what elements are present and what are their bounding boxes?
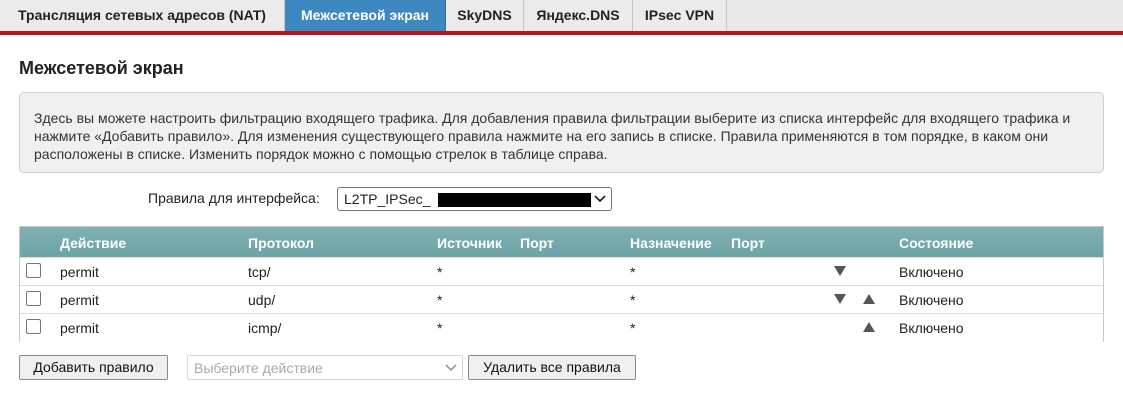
tab-ipsec-vpn[interactable]: IPsec VPN [633,0,727,31]
cell-destination: * [630,292,636,308]
tab-bar: Трансляция сетевых адресов (NAT) Межсете… [0,0,1123,32]
cell-state: Включено [899,320,964,336]
header-destination: Назначение [630,235,712,251]
action-select-placeholder: Выберите действие [194,360,323,376]
accent-divider [0,31,1123,35]
chevron-down-icon [445,364,457,372]
header-source-port: Порт [520,235,554,251]
action-select[interactable]: Выберите действие [187,355,463,380]
delete-all-rules-button[interactable]: Удалить все правила [468,355,636,380]
cell-source: * [437,320,443,336]
tab-firewall[interactable]: Межсетевой экран [285,0,446,31]
move-up-icon[interactable] [863,322,875,332]
interface-select-value: L2TP_IPSec_ [344,191,431,207]
cell-destination: * [630,264,636,280]
cell-protocol: tcp/ [248,264,271,280]
cell-action: permit [60,320,99,336]
info-text: Здесь вы можете настроить фильтрацию вхо… [34,110,1071,162]
page-title: Межсетевой экран [19,58,184,78]
cell-source: * [437,292,443,308]
cell-action: permit [60,264,99,280]
cell-destination: * [630,320,636,336]
cell-action: permit [60,292,99,308]
header-source: Источник [437,235,502,251]
tab-skydns[interactable]: SkyDNS [446,0,524,31]
table-row[interactable]: permit icmp/ * * Включено [20,313,1103,342]
move-up-icon[interactable] [863,294,875,304]
header-protocol: Протокол [248,235,314,251]
chevron-down-icon [594,195,606,203]
move-down-icon[interactable] [834,266,846,276]
interface-select[interactable]: L2TP_IPSec_ [337,187,612,211]
tab-yandex-dns[interactable]: Яндекс.DNS [524,0,633,31]
redacted-text [438,193,591,207]
cell-protocol: icmp/ [248,320,282,336]
tab-nat[interactable]: Трансляция сетевых адресов (NAT) [0,0,285,31]
table-row[interactable]: permit tcp/ * * Включено [20,257,1103,286]
info-box: Здесь вы можете настроить фильтрацию вхо… [19,92,1104,173]
row-checkbox[interactable] [26,319,41,334]
header-action: Действие [60,235,127,251]
rules-table: Действие Протокол Источник Порт Назначен… [19,226,1104,342]
cell-protocol: udp/ [248,292,276,308]
table-header: Действие Протокол Источник Порт Назначен… [20,227,1103,257]
move-down-icon[interactable] [834,294,846,304]
cell-state: Включено [899,292,964,308]
table-row[interactable]: permit udp/ * * Включено [20,285,1103,314]
add-rule-button[interactable]: Добавить правило [19,355,168,380]
interface-label: Правила для интерфейса: [148,190,320,206]
header-destination-port: Порт [731,235,765,251]
row-checkbox[interactable] [26,291,41,306]
row-checkbox[interactable] [26,263,41,278]
cell-state: Включено [899,264,964,280]
cell-source: * [437,264,443,280]
header-state: Состояние [899,235,974,251]
